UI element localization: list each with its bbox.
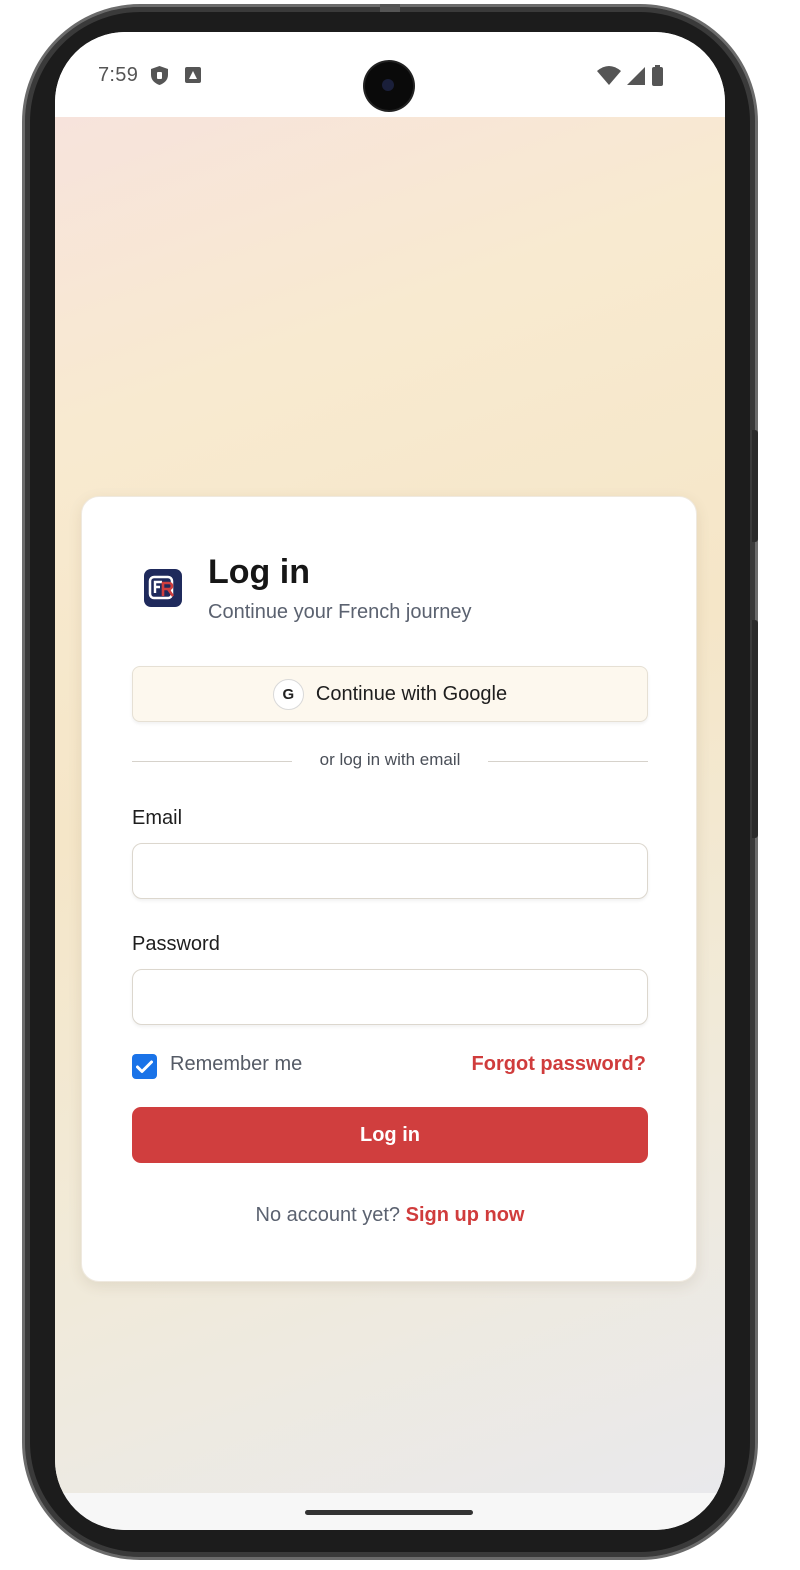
login-card: Log in Continue your French journey G Co… bbox=[81, 496, 697, 1282]
status-time: 7:59 bbox=[98, 64, 139, 86]
navigation-bar bbox=[55, 1493, 725, 1530]
wifi-icon bbox=[597, 66, 621, 85]
remember-me-checkbox[interactable] bbox=[132, 1054, 157, 1079]
google-button-label: Continue with Google bbox=[315, 682, 508, 705]
phone-top-edge bbox=[380, 4, 400, 12]
divider-left bbox=[132, 761, 292, 762]
signup-row: No account yet? Sign up now bbox=[82, 1204, 698, 1227]
email-label: Email bbox=[132, 807, 183, 829]
divider-text: or log in with email bbox=[319, 750, 461, 769]
remember-me-label[interactable]: Remember me bbox=[170, 1053, 302, 1076]
email-field[interactable] bbox=[132, 843, 648, 899]
signup-link[interactable]: Sign up now bbox=[406, 1204, 525, 1226]
divider-right bbox=[488, 761, 648, 762]
cell-signal-icon bbox=[627, 67, 645, 85]
power-button bbox=[752, 430, 758, 542]
app-background: Log in Continue your French journey G Co… bbox=[55, 117, 725, 1493]
shield-icon bbox=[151, 66, 168, 85]
google-signin-button[interactable]: G Continue with Google bbox=[132, 666, 648, 722]
login-button[interactable]: Log in bbox=[132, 1107, 648, 1163]
signup-prompt: No account yet? bbox=[255, 1204, 406, 1226]
front-camera bbox=[365, 62, 413, 110]
app-notification-icon bbox=[185, 67, 201, 83]
battery-icon bbox=[652, 65, 663, 86]
app-logo-icon bbox=[144, 569, 182, 607]
password-label: Password bbox=[132, 933, 220, 955]
status-bar: 7:59 bbox=[55, 32, 725, 117]
volume-button bbox=[752, 620, 758, 838]
google-icon: G bbox=[272, 678, 304, 710]
page-subtitle: Continue your French journey bbox=[208, 601, 472, 623]
home-indicator[interactable] bbox=[305, 1510, 473, 1515]
page-title: Log in bbox=[208, 553, 310, 591]
checkmark-icon bbox=[136, 1060, 153, 1073]
phone-screen: 7:59 Log in Continue your French journey… bbox=[55, 32, 725, 1530]
password-field[interactable] bbox=[132, 969, 648, 1025]
forgot-password-link[interactable]: Forgot password? bbox=[472, 1053, 646, 1076]
status-icons bbox=[597, 65, 663, 86]
